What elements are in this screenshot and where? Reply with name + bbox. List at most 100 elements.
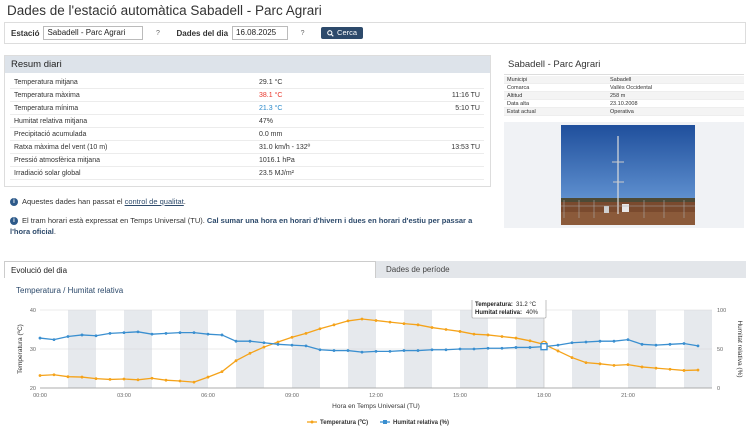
y-left-tick-label: 30 bbox=[30, 347, 36, 353]
humidity-point bbox=[514, 346, 518, 349]
tooltip-hum-value: 40% bbox=[526, 310, 539, 316]
summary-row-time: 5:10 TU bbox=[455, 105, 480, 112]
humidity-point bbox=[500, 346, 504, 350]
station-meta-row: Data alta 23.10.2008 bbox=[504, 100, 744, 108]
summary-row-value: 1016.1 hPa bbox=[259, 157, 295, 164]
temperature-point bbox=[556, 349, 560, 353]
temperature-point bbox=[332, 323, 336, 327]
temperature-point bbox=[178, 379, 182, 383]
tooltip-temp-value: 31.2 °C bbox=[516, 302, 537, 308]
humidity-point bbox=[640, 342, 644, 346]
temperature-point bbox=[248, 351, 252, 355]
summary-row-time: 13:53 TU bbox=[451, 144, 480, 151]
station-photo-panel bbox=[504, 122, 744, 228]
temperature-point bbox=[52, 373, 56, 377]
station-meta-row: Comarca Vallès Occidental bbox=[504, 84, 744, 92]
quality-control-link[interactable]: control de qualitat bbox=[125, 197, 184, 206]
humidity-point bbox=[556, 343, 560, 347]
humidity-point bbox=[38, 336, 42, 340]
temperature-point bbox=[66, 375, 70, 379]
humidity-point bbox=[626, 338, 630, 342]
humidity-point bbox=[444, 348, 448, 352]
page-title: Dades de l'estació automàtica Sabadell -… bbox=[7, 3, 322, 18]
summary-row-value: 0.0 mm bbox=[259, 131, 283, 138]
x-tick-label: 09:00 bbox=[285, 393, 299, 399]
station-meta-key: Comarca bbox=[507, 85, 530, 91]
y-right-axis-title: Humitat relativa (%) bbox=[736, 320, 743, 377]
temperature-humidity-chart: 20 30 40 0 50 100 00:00 03:00 06:00 09:00 12:00 15:… bbox=[17, 300, 743, 426]
temperature-point bbox=[262, 345, 266, 349]
search-button[interactable]: Cerca bbox=[321, 27, 364, 39]
humidity-point bbox=[136, 330, 140, 334]
temperature-point bbox=[514, 336, 518, 340]
humidity-point bbox=[276, 342, 280, 346]
temperature-point bbox=[192, 380, 196, 384]
tab-daily-evolution[interactable]: Evolució del dia bbox=[4, 261, 376, 278]
humidity-point bbox=[206, 332, 210, 336]
date-label: Dades del dia bbox=[176, 28, 229, 38]
y-left-axis-title: Temperatura (ºC) bbox=[17, 324, 24, 374]
humidity-point bbox=[346, 349, 350, 352]
summary-row: Temperatura màxima 38.1 °C 11:16 TU bbox=[10, 89, 484, 102]
help-icon[interactable]: ? bbox=[153, 29, 162, 38]
tab-period-data[interactable]: Dades de període bbox=[376, 261, 746, 278]
summary-row-value: 47% bbox=[259, 118, 274, 125]
summary-row-label: Pressió atmosfèrica mitjana bbox=[14, 157, 100, 164]
humidity-point bbox=[122, 331, 126, 335]
station-meta-row: Municipi Sabadell bbox=[504, 76, 744, 84]
summary-row-value: 29.1 °C bbox=[259, 79, 283, 86]
summary-row: Pressió atmosfèrica mitjana 1016.1 hPa bbox=[10, 154, 484, 167]
humidity-point bbox=[178, 331, 182, 335]
summary-row-label: Precipitació acumulada bbox=[14, 131, 87, 138]
info-icon: i bbox=[10, 198, 18, 207]
timezone-note: i El tram horari està expressat en Temps … bbox=[10, 216, 473, 236]
legend-temperature-marker bbox=[310, 420, 314, 424]
y-right-tick-label: 0 bbox=[717, 386, 720, 392]
temperature-point bbox=[416, 323, 420, 327]
temperature-point bbox=[80, 375, 84, 379]
station-meta-key: Municipi bbox=[507, 77, 528, 83]
search-icon bbox=[327, 29, 334, 37]
station-select[interactable]: Sabadell - Parc Agrari bbox=[43, 26, 144, 40]
humidity-point bbox=[150, 332, 154, 336]
x-tick-label: 21:00 bbox=[621, 393, 635, 399]
humidity-point bbox=[80, 333, 84, 337]
humidity-point bbox=[416, 349, 420, 352]
humidity-point bbox=[584, 340, 588, 344]
station-meta-key: Estat actual bbox=[507, 109, 536, 115]
temperature-point bbox=[94, 377, 98, 381]
humidity-point bbox=[220, 333, 224, 337]
station-meta-row: Estat actual Operativa bbox=[504, 108, 744, 116]
humidity-point bbox=[458, 347, 462, 351]
humidity-point bbox=[374, 349, 378, 353]
humidity-point bbox=[262, 341, 266, 345]
temperature-point bbox=[38, 374, 42, 377]
temperature-point bbox=[164, 378, 168, 382]
temperature-point bbox=[206, 375, 210, 379]
temperature-point bbox=[108, 378, 112, 381]
quality-note: i Aquestes dades han passat el control de… bbox=[10, 196, 186, 207]
humidity-point bbox=[570, 341, 574, 345]
summary-row: Ratxa màxima del vent (10 m) 31.0 km/h - … bbox=[10, 141, 484, 154]
humidity-point bbox=[304, 344, 308, 348]
help-icon[interactable]: ? bbox=[298, 29, 307, 38]
x-tick-label: 12:00 bbox=[369, 393, 383, 399]
temperature-point bbox=[626, 363, 630, 366]
station-meta-row: Altitud 258 m bbox=[504, 92, 744, 100]
humidity-point bbox=[430, 348, 434, 352]
legend-temperature-label: Temperatura (ºC) bbox=[320, 420, 368, 426]
date-input[interactable]: 16.08.2025 bbox=[232, 26, 289, 40]
y-left-tick-label: 40 bbox=[30, 308, 36, 314]
temperature-point bbox=[444, 328, 448, 331]
summary-row-label: Irradiació solar global bbox=[14, 170, 81, 177]
temperature-point bbox=[598, 362, 602, 366]
station-label: Estació bbox=[11, 28, 40, 38]
temperature-point bbox=[430, 326, 434, 329]
temperature-point bbox=[304, 332, 308, 335]
station-meta-value: 258 m bbox=[610, 93, 626, 99]
humidity-point bbox=[108, 332, 112, 335]
tooltip-temp-label: Temperatura: bbox=[475, 302, 513, 308]
temperature-point bbox=[346, 319, 350, 323]
legend-humidity-label: Humitat relativa (%) bbox=[393, 420, 449, 426]
legend-humidity-marker bbox=[383, 420, 387, 424]
